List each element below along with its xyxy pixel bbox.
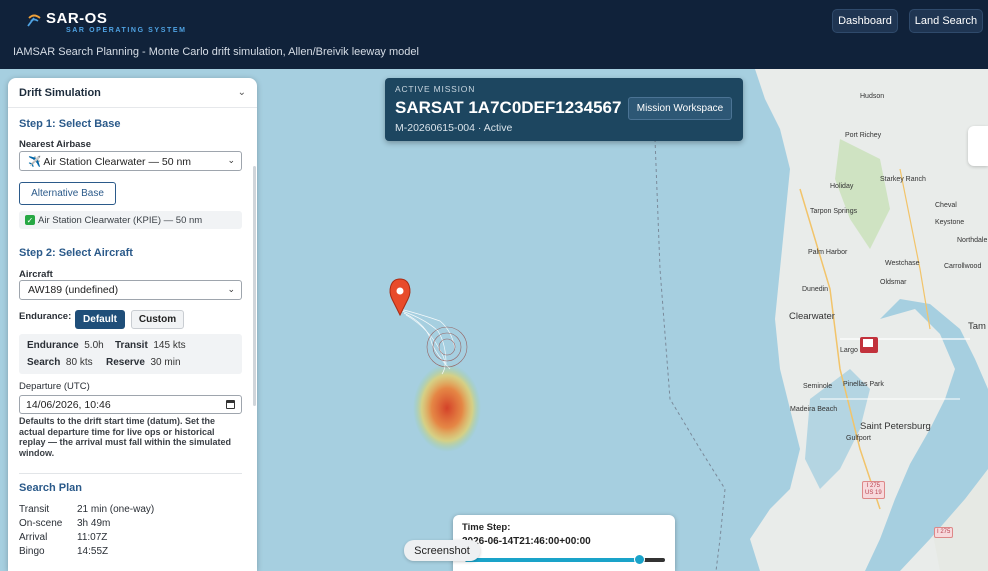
app-logo[interactable]: SAR-OS SAR OPERATING SYSTEM <box>26 10 185 34</box>
selected-base-text: Air Station Clearwater (KPIE) — 50 nm <box>38 214 203 226</box>
nearest-airbase-value: ✈️ Air Station Clearwater — 50 nm <box>28 155 192 168</box>
map-label: Clearwater <box>789 311 835 322</box>
screenshot-tooltip: Screenshot <box>404 540 480 561</box>
departure-label: Departure (UTC) <box>19 381 90 392</box>
map-label: Hudson <box>860 93 885 100</box>
plan-row-onscene: On-scene 3h 49m <box>19 518 111 529</box>
slider-fill <box>465 558 639 562</box>
slider-thumb[interactable] <box>634 554 645 565</box>
map-label: Oldsmar <box>880 279 907 286</box>
stat-transit: Transit 145 kts <box>115 340 186 351</box>
top-bar: SAR-OS SAR OPERATING SYSTEM IAMSAR Searc… <box>0 0 988 69</box>
map-label-major: Saint Petersburg <box>860 421 931 432</box>
aircraft-value: AW189 (undefined) <box>28 284 119 296</box>
map-label: Seminole <box>803 383 833 390</box>
chevron-down-icon[interactable]: ⌄ <box>238 87 246 98</box>
dashboard-button[interactable]: Dashboard <box>832 9 898 33</box>
mission-title: SARSAT 1A7C0DEF1234567 <box>395 98 622 117</box>
aircraft-select[interactable]: AW189 (undefined) ⌄ <box>19 280 242 300</box>
road-shield: I 275 <box>934 527 954 538</box>
endurance-label: Endurance: <box>19 311 72 322</box>
map-label: Holiday <box>830 183 854 190</box>
step2-heading: Step 2: Select Aircraft <box>19 247 133 259</box>
map-label: Port Richey <box>845 132 882 139</box>
selected-base-chip: ✓ Air Station Clearwater (KPIE) — 50 nm <box>19 211 242 229</box>
chevron-down-icon: ⌄ <box>227 155 235 165</box>
check-icon: ✓ <box>25 215 35 225</box>
map-label: Tarpon Springs <box>810 208 858 215</box>
plan-row-bingo: Bingo 14:55Z <box>19 546 109 557</box>
time-step-value: 2026-06-14T21:46:00+00:00 <box>462 536 591 547</box>
nearest-airbase-label: Nearest Airbase <box>19 139 91 150</box>
map-label: Dunedin <box>802 286 829 293</box>
mission-label: ACTIVE MISSION <box>395 84 476 94</box>
map-label: Keystone <box>935 219 965 226</box>
aircraft-label: Aircraft <box>19 269 53 280</box>
land-search-button[interactable]: Land Search <box>909 9 983 33</box>
app-tagline: SAR OPERATING SYSTEM <box>66 27 187 34</box>
time-step-control: Time Step: 2026-06-14T21:46:00+00:00 <box>453 515 675 571</box>
road-shield: I 275 US 19 <box>862 481 885 499</box>
departure-help-text: Defaults to the drift start time (datum)… <box>19 416 232 458</box>
map-label: Gulfport <box>846 435 871 442</box>
map-side-control[interactable] <box>968 126 988 166</box>
active-mission-card: ACTIVE MISSION SARSAT 1A7C0DEF1234567 M-… <box>385 78 743 141</box>
step1-heading: Step 1: Select Base <box>19 118 121 130</box>
divider <box>19 473 242 474</box>
chevron-down-icon: ⌄ <box>227 284 235 294</box>
nearest-airbase-select[interactable]: ✈️ Air Station Clearwater — 50 nm ⌄ <box>19 151 242 171</box>
search-plan-heading: Search Plan <box>19 482 82 494</box>
map-label: Westchase <box>885 260 920 267</box>
panel-title: Drift Simulation <box>19 86 101 99</box>
panel-header[interactable]: Drift Simulation ⌄ <box>8 78 257 108</box>
mission-workspace-button[interactable]: Mission Workspace <box>628 97 732 120</box>
map-label-tampa: Tam <box>968 321 986 332</box>
map-label: Pinellas Park <box>843 381 884 388</box>
map-label: Starkey Ranch <box>880 176 926 183</box>
drift-simulation-panel: Drift Simulation ⌄ Step 1: Select Base N… <box>8 78 257 571</box>
map-label: Madeira Beach <box>790 406 838 413</box>
map-label: Cheval <box>935 202 957 209</box>
map-label: Northdale <box>957 237 988 244</box>
endurance-default-button[interactable]: Default <box>75 310 125 329</box>
departure-value: 14/06/2026, 10:46 <box>26 398 111 411</box>
calendar-icon[interactable] <box>226 400 235 409</box>
time-step-slider[interactable] <box>465 554 665 565</box>
map-label: Largo <box>840 347 858 354</box>
mission-subtitle: M-20260615-004 · Active <box>395 122 513 134</box>
alternative-base-button[interactable]: Alternative Base <box>19 182 116 205</box>
plan-row-arrival: Arrival 11:07Z <box>19 532 108 543</box>
aircraft-stats: Endurance 5.0h Transit 145 kts Search 80… <box>19 334 242 374</box>
time-step-label: Time Step: <box>462 522 511 533</box>
plan-row-transit: Transit 21 min (one-way) <box>19 504 155 515</box>
map-label: Carrollwood <box>944 263 982 270</box>
stat-search: Search 80 kts <box>27 357 93 368</box>
datum-marker <box>389 278 411 317</box>
stat-endurance: Endurance 5.0h <box>27 340 104 351</box>
radar-icon <box>27 14 41 27</box>
panel-scrollbar[interactable] <box>253 166 256 406</box>
page-subtitle: IAMSAR Search Planning - Monte Carlo dri… <box>13 46 419 58</box>
departure-datetime-input[interactable]: 14/06/2026, 10:46 <box>19 395 242 414</box>
endurance-custom-button[interactable]: Custom <box>131 310 184 329</box>
app-name: SAR-OS <box>46 10 108 27</box>
map-label: Palm Harbor <box>808 249 848 256</box>
stat-reserve: Reserve 30 min <box>106 357 181 368</box>
